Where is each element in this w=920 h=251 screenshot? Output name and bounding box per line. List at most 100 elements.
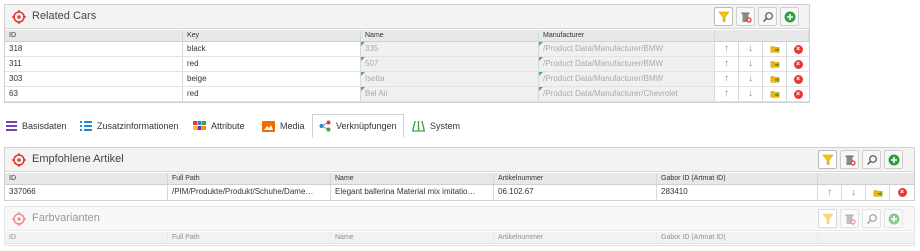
cell-manufacturer: /Product Data/Manufacturer/BMW: [539, 42, 715, 56]
column-header-manufacturer[interactable]: Manufacturer: [539, 30, 715, 41]
move-down-button[interactable]: ↓: [842, 185, 866, 200]
column-header-name[interactable]: Name: [361, 30, 539, 41]
cell-key[interactable]: red: [183, 87, 361, 101]
cell-id[interactable]: 311: [5, 57, 183, 71]
search-button[interactable]: [862, 150, 881, 169]
arrow-up-icon: ↑: [724, 88, 729, 99]
search-icon: [866, 154, 878, 166]
cell-name: 335: [361, 42, 539, 56]
plus-icon: [888, 154, 900, 166]
open-folder-icon: [770, 89, 780, 99]
column-header-id[interactable]: ID: [5, 30, 183, 41]
search-button[interactable]: [758, 7, 777, 26]
cell-gabor-id[interactable]: 283410: [657, 185, 818, 200]
column-header-artikelnummer[interactable]: Artikelnummer: [494, 173, 657, 184]
cell-id[interactable]: 63: [5, 87, 183, 101]
column-header-key[interactable]: Key: [183, 30, 361, 41]
filter-button[interactable]: [818, 209, 837, 228]
move-down-button[interactable]: ↓: [739, 72, 763, 86]
table-row[interactable]: 63 red Bel Air /Product Data/Manufacture…: [5, 87, 809, 102]
arrow-down-icon: ↓: [748, 73, 753, 84]
add-button[interactable]: [884, 209, 903, 228]
panel-title: Related Cars: [32, 10, 97, 22]
target-icon: [12, 10, 26, 24]
tab-attribute[interactable]: Attribute: [193, 114, 245, 138]
remove-icon: ×: [793, 44, 803, 54]
open-folder-icon: [873, 188, 883, 198]
remove-button[interactable]: ×: [890, 185, 914, 200]
column-header-full-path[interactable]: Full Path: [168, 232, 331, 243]
tab-label: System: [430, 121, 461, 131]
arrow-down-icon: ↓: [748, 58, 753, 69]
open-folder-icon: [770, 74, 780, 84]
move-up-button[interactable]: ↑: [715, 87, 739, 101]
cell-name[interactable]: Elegant ballerina Material mix imitatio…: [331, 185, 494, 200]
tab-zusatzinformationen[interactable]: Zusatzinformationen: [80, 114, 179, 138]
table-row[interactable]: 318 black 335 /Product Data/Manufacturer…: [5, 42, 809, 57]
cell-manufacturer: /Product Data/Manufacturer/BMW: [539, 72, 715, 86]
remove-icon: ×: [793, 89, 803, 99]
tab-verknuepfungen[interactable]: Verknüpfungen: [312, 114, 404, 138]
column-header-id[interactable]: ID: [5, 232, 168, 243]
search-icon: [866, 213, 878, 225]
move-up-button[interactable]: ↑: [715, 72, 739, 86]
cell-full-path[interactable]: /PIM/Produkte/Produkt/Schuhe/Dame…: [168, 185, 331, 200]
remove-icon: ×: [897, 188, 907, 197]
clear-all-button[interactable]: [736, 7, 755, 26]
remove-icon: ×: [793, 74, 803, 84]
open-button[interactable]: [763, 87, 787, 101]
filter-button[interactable]: [714, 7, 733, 26]
open-button[interactable]: [763, 72, 787, 86]
remove-button[interactable]: ×: [787, 57, 809, 71]
remove-icon: ×: [793, 59, 803, 69]
clear-all-button[interactable]: [840, 209, 859, 228]
move-down-button[interactable]: ↓: [739, 87, 763, 101]
cell-id[interactable]: 337066: [5, 185, 168, 200]
table-row[interactable]: 337066 /PIM/Produkte/Produkt/Schuhe/Dame…: [5, 185, 914, 200]
cell-artikelnummer[interactable]: 06.102.67: [494, 185, 657, 200]
empfohlene-toolbar: [818, 150, 903, 169]
column-header-artikelnummer[interactable]: Artikelnummer: [494, 232, 657, 243]
filter-button[interactable]: [818, 150, 837, 169]
open-button[interactable]: [763, 42, 787, 56]
empfohlene-artikel-panel: Empfohlene Artikel ID Full Path Name Art…: [4, 147, 915, 201]
cell-key[interactable]: beige: [183, 72, 361, 86]
search-button[interactable]: [862, 209, 881, 228]
add-button[interactable]: [780, 7, 799, 26]
arrow-down-icon: ↓: [748, 88, 753, 99]
column-header-name[interactable]: Name: [331, 232, 494, 243]
related-cars-toolbar: [714, 7, 799, 26]
tab-media[interactable]: Media: [262, 114, 305, 138]
move-up-button[interactable]: ↑: [818, 185, 842, 200]
filter-icon: [718, 11, 730, 23]
cell-key[interactable]: red: [183, 57, 361, 71]
tab-system[interactable]: System: [412, 114, 460, 138]
clear-all-button[interactable]: [840, 150, 859, 169]
add-button[interactable]: [884, 150, 903, 169]
remove-button[interactable]: ×: [787, 87, 809, 101]
remove-button[interactable]: ×: [787, 72, 809, 86]
move-up-button[interactable]: ↑: [715, 42, 739, 56]
cell-id[interactable]: 318: [5, 42, 183, 56]
plus-icon: [784, 11, 796, 23]
empfohlene-header: Empfohlene Artikel: [5, 148, 914, 172]
column-header-name[interactable]: Name: [331, 173, 494, 184]
table-row[interactable]: 303 beige Isetta /Product Data/Manufactu…: [5, 72, 809, 87]
cell-id[interactable]: 303: [5, 72, 183, 86]
move-down-button[interactable]: ↓: [739, 57, 763, 71]
column-header-gabor-id[interactable]: Gabor ID (Artmat ID): [657, 232, 818, 243]
tab-label: Zusatzinformationen: [97, 121, 179, 131]
column-header-full-path[interactable]: Full Path: [168, 173, 331, 184]
move-up-button[interactable]: ↑: [715, 57, 739, 71]
column-header-gabor-id[interactable]: Gabor ID (Artmat ID): [657, 173, 818, 184]
table-row[interactable]: 311 red 507 /Product Data/Manufacturer/B…: [5, 57, 809, 72]
open-button[interactable]: [763, 57, 787, 71]
tab-basisdaten[interactable]: Basisdaten: [6, 114, 67, 138]
move-down-button[interactable]: ↓: [739, 42, 763, 56]
remove-button[interactable]: ×: [787, 42, 809, 56]
open-button[interactable]: [866, 185, 890, 200]
cell-key[interactable]: black: [183, 42, 361, 56]
cell-manufacturer: /Product Data/Manufacturer/Chevrolet: [539, 87, 715, 101]
column-header-id[interactable]: ID: [5, 173, 168, 184]
column-header-actions: [715, 30, 809, 41]
